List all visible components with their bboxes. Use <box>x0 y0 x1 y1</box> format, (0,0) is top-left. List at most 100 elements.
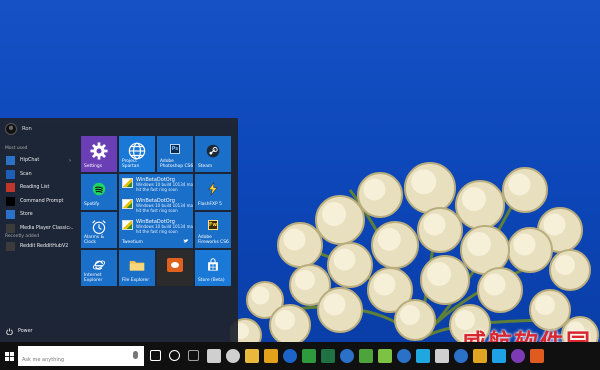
tweet-text: Windows 10 build 10134 may hit the fast … <box>136 224 193 234</box>
folder-icon <box>129 261 145 271</box>
browser-icon[interactable] <box>454 349 468 363</box>
edge-icon[interactable] <box>397 349 411 363</box>
tweet-item[interactable]: WinBetaDotOrg Windows 10 build 10134 may … <box>122 219 193 239</box>
store-icon[interactable] <box>340 349 354 363</box>
command-prompt-icon <box>6 196 15 206</box>
spotify-icon <box>92 182 106 196</box>
tile-flashfxp[interactable]: FlashFXP 5 <box>195 174 231 210</box>
power-label: Power <box>18 329 33 334</box>
power-button[interactable]: Power <box>6 328 33 335</box>
windows-logo-icon <box>4 351 14 361</box>
most-used-item-label: Scan <box>20 171 32 177</box>
most-used-item[interactable]: HipChat › <box>0 154 78 168</box>
most-used-item-label: Store <box>20 212 33 218</box>
tile-project-spartan[interactable]: Project Spartan <box>119 136 155 172</box>
file-explorer-icon[interactable] <box>245 349 259 363</box>
tweet-item[interactable]: WinBetaDotOrg Windows 10 build 10134 may … <box>122 177 193 197</box>
most-used-item[interactable]: Reading List <box>0 181 78 195</box>
media-icon[interactable] <box>264 349 278 363</box>
recently-added-heading: Recently added <box>5 234 40 239</box>
bird-icon[interactable] <box>435 349 449 363</box>
reading-list-icon <box>6 183 15 193</box>
tile-label: Store (Beta) <box>198 277 225 283</box>
skype-icon[interactable] <box>492 349 506 363</box>
outlook-icon[interactable] <box>283 349 297 363</box>
chat-icon[interactable] <box>511 349 525 363</box>
chrome-icon[interactable] <box>473 349 487 363</box>
flashfxp-icon <box>208 182 218 196</box>
pinned-app-green-icon[interactable] <box>359 349 373 363</box>
tweet-thumbnail <box>122 199 133 209</box>
reddit-tile-icon <box>167 258 183 272</box>
tile-internet-explorer[interactable]: Internet Explorer <box>81 250 117 286</box>
chevron-right-icon[interactable]: › <box>69 158 71 164</box>
tile-label: Adobe Fireworks CS6 <box>198 234 229 245</box>
recently-added-list: Reddit RedditHubV2 <box>0 240 78 254</box>
recently-added-item-label: Reddit RedditHubV2 <box>20 244 69 250</box>
globe-icon <box>128 142 146 160</box>
recently-added-item[interactable]: Reddit RedditHubV2 <box>0 240 78 254</box>
tile-tweetium[interactable]: WinBetaDotOrg Windows 10 build 10134 may … <box>119 174 193 248</box>
store-icon <box>6 210 15 220</box>
cortana-circle-icon[interactable] <box>169 350 180 361</box>
tweet-text: Windows 10 build 10134 may hit the fast … <box>136 203 193 213</box>
tile-label: Project Spartan <box>122 158 140 169</box>
tile-label: Internet Explorer <box>84 272 103 283</box>
tweet-thumbnail <box>122 220 133 230</box>
most-used-heading: Most used <box>5 146 28 151</box>
most-used-item-label: Command Prompt <box>20 198 64 204</box>
tile-alarms-clock[interactable]: Alarms & Clock <box>81 212 117 248</box>
mail-icon[interactable] <box>226 349 240 363</box>
task-view-icon[interactable] <box>150 350 161 361</box>
photoshop-icon: Ps <box>170 144 180 154</box>
console-icon[interactable] <box>302 349 316 363</box>
chevron-right-icon[interactable]: › <box>69 225 71 231</box>
tweet-thumbnail <box>122 178 133 188</box>
pinned-app-lime-icon[interactable] <box>378 349 392 363</box>
power-icon <box>6 328 13 335</box>
tweet-text: Windows 10 build 10134 may hit the fast … <box>136 182 193 192</box>
search-input[interactable] <box>18 350 144 370</box>
twitter-icon <box>183 239 189 243</box>
checkmark-icon[interactable] <box>416 349 430 363</box>
tile-label: File Explorer <box>122 277 150 283</box>
start-menu-left-column: Ron Most used HipChat › Scan Reading List Co… <box>0 118 78 351</box>
most-used-item[interactable]: Command Prompt <box>0 195 78 209</box>
chat-bubble-icon[interactable] <box>207 349 221 363</box>
media-player-icon <box>6 223 15 233</box>
gear-icon <box>90 142 108 160</box>
most-used-item[interactable]: Store <box>0 208 78 222</box>
steam-icon <box>206 144 220 158</box>
most-used-item[interactable]: Media Player Classic... › <box>0 222 78 236</box>
tile-spotify[interactable]: Spotify <box>81 174 117 210</box>
scan-icon <box>6 169 15 179</box>
alarm-clock-icon <box>92 220 106 235</box>
start-button[interactable] <box>0 342 18 370</box>
search-box[interactable] <box>18 346 144 370</box>
tile-store-beta[interactable]: Store (Beta) <box>195 250 231 286</box>
user-account[interactable]: Ron <box>5 123 32 135</box>
excel-icon[interactable] <box>321 349 335 363</box>
tile-photoshop[interactable]: Ps Adobe Photoshop CS6 <box>157 136 193 172</box>
hipchat-icon <box>6 156 15 166</box>
avatar <box>5 123 17 135</box>
internet-explorer-icon <box>92 260 106 270</box>
most-used-item[interactable]: Scan <box>0 168 78 182</box>
user-name: Ron <box>22 126 32 132</box>
microphone-icon[interactable] <box>133 351 138 359</box>
most-used-item-label: HipChat <box>20 158 40 164</box>
tweet-item[interactable]: WinBetaDotOrg Windows 10 build 10134 may … <box>122 198 193 218</box>
tile-label: FlashFXP 5 <box>198 201 222 207</box>
tile-fireworks[interactable]: Fw Adobe Fireworks CS6 <box>195 212 231 248</box>
tile-file-explorer[interactable]: File Explorer <box>119 250 155 286</box>
start-menu: Ron Most used HipChat › Scan Reading List Co… <box>0 118 238 351</box>
tile-label: Steam <box>198 163 213 169</box>
tile-steam[interactable]: Steam <box>195 136 231 172</box>
tile-settings[interactable]: Settings <box>81 136 117 172</box>
tile-label: Spotify <box>84 201 100 207</box>
fireworks-icon: Fw <box>208 220 218 230</box>
pin-icon[interactable] <box>188 350 199 361</box>
most-used-item-label: Media Player Classic... <box>20 225 74 231</box>
pinned-app-orange-icon[interactable] <box>530 349 544 363</box>
tile-reddit[interactable] <box>157 250 193 286</box>
